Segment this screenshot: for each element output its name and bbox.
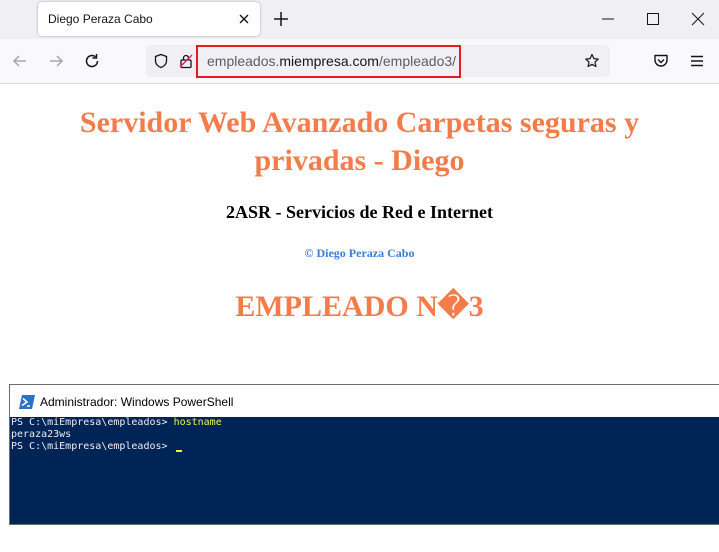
tab-title: Diego Peraza Cabo bbox=[48, 12, 153, 26]
console-prompt: PS C:\miEmpresa\empleados> bbox=[11, 417, 174, 428]
powershell-title: Administrador: Windows PowerShell bbox=[40, 395, 234, 409]
console-output: peraza23ws bbox=[11, 429, 72, 440]
new-tab-icon[interactable] bbox=[272, 10, 290, 28]
back-arrow-icon[interactable] bbox=[11, 52, 29, 70]
url-highlight-box bbox=[196, 45, 461, 78]
hamburger-menu-icon[interactable] bbox=[688, 52, 706, 70]
text-cursor bbox=[175, 450, 182, 452]
powershell-console[interactable]: PS C:\miEmpresa\empleados> hostname pera… bbox=[10, 417, 719, 525]
pocket-icon[interactable] bbox=[652, 52, 670, 70]
employee-heading: EMPLEADO N�3 bbox=[235, 290, 484, 323]
page-subtitle: 2ASR - Servicios de Red e Internet bbox=[226, 202, 493, 222]
powershell-icon bbox=[19, 395, 35, 409]
console-line: PS C:\miEmpresa\empleados> bbox=[11, 441, 182, 453]
insecure-lock-icon[interactable] bbox=[178, 53, 194, 69]
tab-strip: Diego Peraza Cabo bbox=[0, 0, 719, 39]
forward-arrow-icon[interactable] bbox=[47, 52, 65, 70]
reload-icon[interactable] bbox=[83, 52, 101, 70]
bookmark-star-icon[interactable] bbox=[584, 53, 600, 69]
maximize-icon[interactable] bbox=[646, 12, 660, 26]
web-page-content: Servidor Web Avanzado Carpetas seguras y… bbox=[0, 84, 719, 384]
close-window-icon[interactable] bbox=[691, 12, 705, 26]
console-command: hostname bbox=[173, 417, 222, 428]
minimize-icon[interactable] bbox=[601, 12, 615, 26]
page-main-heading: Servidor Web Avanzado Carpetas seguras y… bbox=[79, 106, 640, 177]
powershell-titlebar[interactable]: Administrador: Windows PowerShell bbox=[10, 385, 719, 417]
console-line: PS C:\miEmpresa\empleados> hostname bbox=[11, 417, 222, 429]
tab-active[interactable]: Diego Peraza Cabo bbox=[38, 2, 260, 36]
tracking-protection-shield-icon[interactable] bbox=[153, 53, 169, 69]
copyright-text: © Diego Peraza Cabo bbox=[304, 246, 415, 260]
close-tab-icon[interactable] bbox=[236, 11, 252, 27]
console-prompt: PS C:\miEmpresa\empleados> bbox=[11, 441, 174, 452]
powershell-window[interactable]: Administrador: Windows PowerShell PS C:\… bbox=[9, 384, 719, 525]
